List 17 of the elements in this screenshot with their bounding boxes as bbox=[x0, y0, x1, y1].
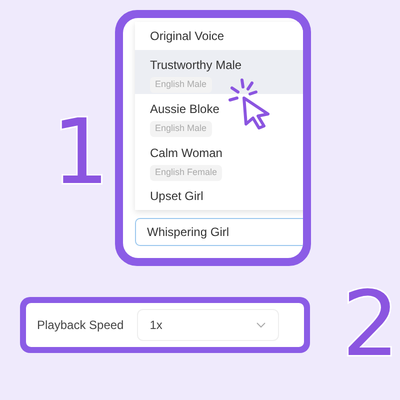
voice-name: Trustworthy Male bbox=[150, 57, 242, 74]
playback-speed-label: Playback Speed bbox=[37, 317, 124, 334]
voice-name: Calm Woman bbox=[150, 145, 222, 162]
voice-tag: English Male bbox=[150, 121, 212, 136]
voice-name: Aussie Bloke bbox=[150, 101, 220, 118]
step-number: 1 bbox=[52, 108, 110, 198]
speed-select[interactable]: 1x bbox=[136, 309, 279, 341]
voice-tag: English Female bbox=[150, 165, 222, 180]
voice-option[interactable]: Original Voice bbox=[135, 22, 303, 50]
voice-option[interactable]: Trustworthy Male English Male bbox=[135, 50, 303, 94]
voice-name: Original Voice bbox=[150, 28, 224, 45]
voice-option[interactable]: Upset Girl bbox=[135, 182, 303, 210]
voice-name: Upset Girl bbox=[150, 188, 204, 205]
step-number: 2 bbox=[342, 280, 400, 370]
voice-input-field[interactable]: Whispering Girl bbox=[135, 218, 303, 246]
voice-tag: English Male bbox=[150, 77, 212, 92]
chevron-down-icon bbox=[256, 322, 266, 328]
